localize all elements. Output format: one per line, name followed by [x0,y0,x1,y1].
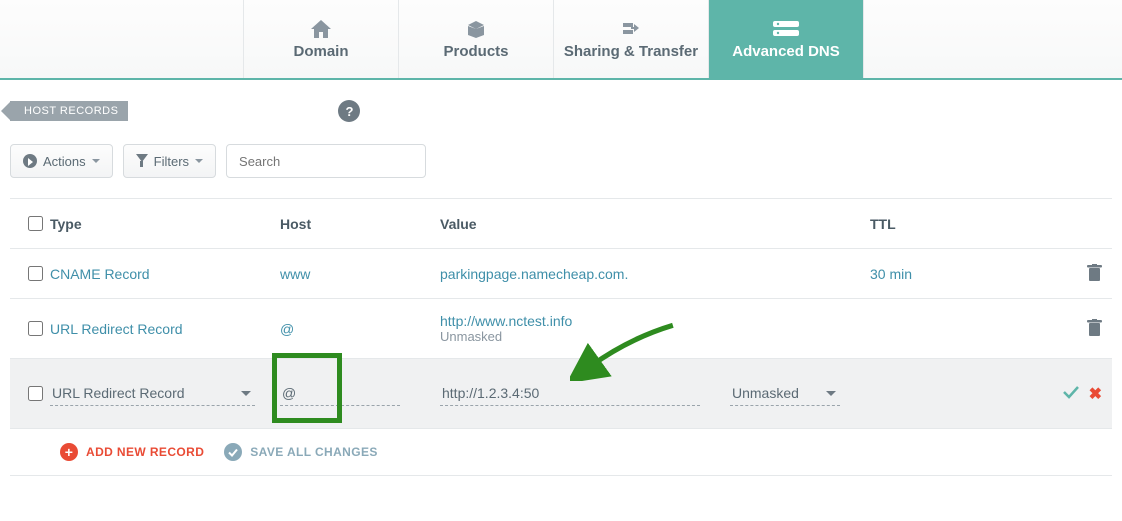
tab-sharing-transfer[interactable]: Sharing & Transfer [554,0,709,78]
record-type[interactable]: URL Redirect Record [50,321,280,337]
table-footer: + ADD NEW RECORD SAVE ALL CHANGES [10,429,1112,476]
row-checkbox[interactable] [28,266,43,281]
server-icon [773,19,799,39]
record-mask-select[interactable]: Unmasked [730,381,840,406]
filters-button[interactable]: Filters [123,144,216,178]
share-icon [620,19,642,39]
record-ttl[interactable]: 30 min [870,266,1020,282]
tab-label: Sharing & Transfer [564,43,698,60]
col-host: Host [280,216,440,232]
funnel-icon [136,154,148,168]
check-icon [224,443,242,461]
tabs-spacer [0,0,244,78]
play-icon [23,154,37,168]
tab-products[interactable]: Products [399,0,554,78]
tab-domain[interactable]: Domain [244,0,399,78]
select-all-checkbox[interactable] [28,216,43,231]
record-mask: Unmasked [440,329,870,344]
tab-label: Domain [293,43,348,60]
records-table: Type Host Value TTL CNAME Record www par… [10,198,1112,476]
save-all-changes-button[interactable]: SAVE ALL CHANGES [224,443,378,461]
trash-icon[interactable] [1087,264,1102,284]
caret-down-icon [195,159,203,167]
table-row: URL Redirect Record @ http://www.nctest.… [10,299,1112,359]
record-host[interactable]: www [280,266,440,282]
confirm-icon[interactable] [1063,385,1079,402]
row-checkbox[interactable] [28,321,43,336]
add-label: ADD NEW RECORD [86,445,204,459]
main-tabs: Domain Products Sharing & Transfer Advan… [0,0,1122,80]
tab-label: Products [443,43,508,60]
actions-label: Actions [43,154,86,169]
actions-button[interactable]: Actions [10,144,113,178]
col-type: Type [50,216,280,232]
search-input[interactable] [237,153,417,170]
record-value-input[interactable] [440,381,700,406]
record-value[interactable]: http://www.nctest.info [440,313,870,329]
col-value: Value [440,216,870,232]
row-checkbox[interactable] [28,386,43,401]
plus-icon: + [60,443,78,461]
record-host[interactable]: @ [280,321,440,337]
home-icon [311,19,331,39]
table-header: Type Host Value TTL [10,199,1112,249]
save-label: SAVE ALL CHANGES [250,445,378,459]
search-box[interactable] [226,144,426,178]
trash-icon[interactable] [1087,319,1102,339]
record-value[interactable]: parkingpage.namecheap.com. [440,266,870,282]
tab-advanced-dns[interactable]: Advanced DNS [709,0,864,78]
table-row: CNAME Record www parkingpage.namecheap.c… [10,249,1112,299]
caret-down-icon [92,159,100,167]
record-host-input[interactable] [280,381,400,406]
tabs-filler [864,0,1122,78]
tab-label: Advanced DNS [732,43,840,60]
col-ttl: TTL [870,216,1020,232]
section-tag-host-records: HOST RECORDS [10,101,128,121]
table-row-edit: URL Redirect Record Unmasked [10,359,1112,429]
add-new-record-button[interactable]: + ADD NEW RECORD [60,443,204,461]
record-type-select[interactable]: URL Redirect Record [50,381,255,406]
cancel-icon[interactable]: ✖ [1089,384,1102,404]
box-icon [466,19,486,39]
record-type[interactable]: CNAME Record [50,266,280,282]
filters-label: Filters [154,154,189,169]
help-icon[interactable]: ? [338,100,360,122]
